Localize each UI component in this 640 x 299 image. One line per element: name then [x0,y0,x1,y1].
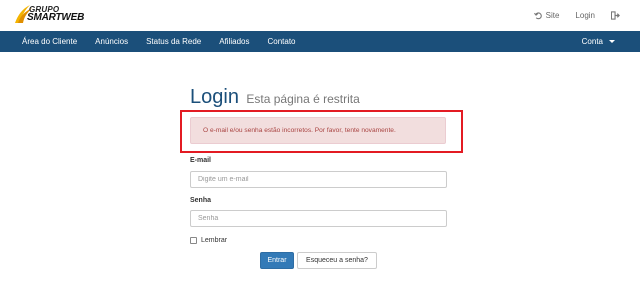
email-field-wrapper [190,171,447,188]
nav-item-status-rede[interactable]: Status da Rede [137,31,210,52]
logout-button[interactable] [603,10,640,20]
remember-checkbox[interactable] [190,237,197,244]
nav-item-afiliados[interactable]: Afiliados [210,31,258,52]
login-link[interactable]: Login [567,11,603,20]
remember-row: Lembrar [190,237,227,244]
site-link-label: Site [545,10,560,20]
account-dropdown[interactable]: Conta [582,31,615,52]
site-link[interactable]: Site [526,11,568,20]
password-field-wrapper [190,210,447,227]
highlight-box [180,110,463,153]
forgot-password-button[interactable]: Esqueceu a senha? [297,252,377,269]
login-subtitle: Esta página é restrita [246,92,360,106]
account-label: Conta [581,37,603,46]
logo-line2: SMARTWEB [27,12,85,23]
logo[interactable]: GRUPO SMARTWEB [12,3,92,25]
password-field[interactable] [198,215,438,222]
top-header: GRUPO SMARTWEB Site Login [0,0,640,30]
logout-icon [611,10,620,20]
email-field[interactable] [198,176,438,183]
submit-button[interactable]: Entrar [260,252,294,269]
top-links: Site Login [526,0,640,30]
password-label: Senha [190,197,212,204]
main-nav: Área do Cliente Anúncios Status da Rede … [0,31,640,52]
nav-item-contato[interactable]: Contato [258,31,304,52]
page-title: Login Esta página é restrita [190,86,360,109]
nav-item-anuncios[interactable]: Anúncios [86,31,137,52]
undo-icon [533,11,542,19]
login-title: Login [190,86,239,108]
remember-label[interactable]: Lembrar [201,237,227,244]
nav-item-area-cliente[interactable]: Área do Cliente [0,31,86,52]
login-link-label: Login [575,10,595,20]
caret-down-icon [609,40,615,43]
email-label: E-mail [190,157,212,164]
